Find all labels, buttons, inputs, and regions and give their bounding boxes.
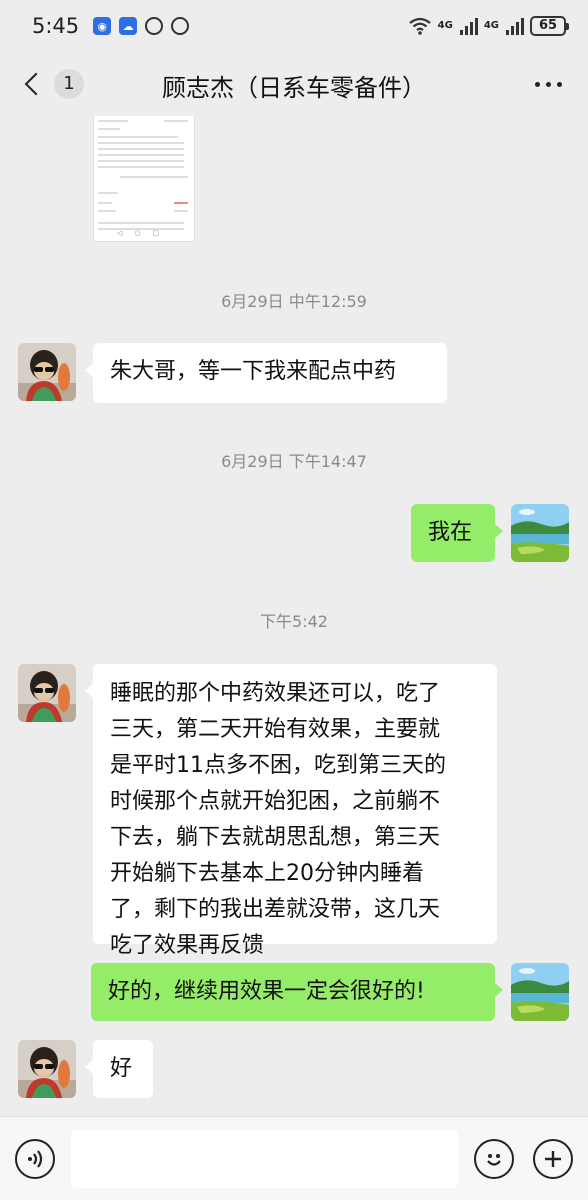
message-input[interactable] [71, 1130, 458, 1188]
contact-avatar[interactable] [18, 1040, 76, 1098]
status-bar: 5:45 ◉ ☁ 4G 4G 65 [0, 0, 588, 52]
message-line: 了，剩下的我出差就没带，这几天 [110, 897, 441, 922]
wifi-icon [408, 17, 431, 35]
message-list[interactable]: ◁○▢ 6月29日 中午12:59 朱大哥，等一下我来配点中药 6月29日 下午… [0, 116, 588, 1116]
message-line: 睡眠的那个中药效果还可以，吃了 [110, 681, 441, 706]
message-text: 朱大哥，等一下我来配点中药 [110, 359, 397, 384]
network-type-1: 4G [437, 20, 453, 31]
timestamp: 6月29日 中午12:59 [221, 292, 367, 311]
message-text: 我在 [428, 520, 473, 545]
receipt-image-message[interactable]: ◁○▢ [93, 116, 195, 242]
my-avatar[interactable] [511, 504, 569, 562]
input-bar [0, 1116, 588, 1200]
outgoing-message[interactable]: 我在 [411, 504, 503, 562]
message-line: 开始躺下去基本上20分钟内睡着 [110, 861, 424, 886]
contact-avatar[interactable] [18, 664, 76, 722]
incoming-message[interactable]: 好 [85, 1040, 153, 1098]
message-line: 吃了效果再反馈 [110, 933, 265, 958]
alarm-icon [171, 17, 190, 35]
plus-icon[interactable] [533, 1139, 573, 1179]
timestamp: 下午5:42 [260, 612, 328, 631]
outgoing-message[interactable]: 好的，继续用效果一定会很好的! [91, 963, 503, 1021]
chat-title: 顾志杰（日系车零备件） [162, 74, 426, 102]
message-line: 三天，第二天开始有效果，主要就 [110, 717, 441, 742]
receipt-nav-bar: ◁○▢ [116, 229, 172, 237]
emoji-icon[interactable] [474, 1139, 514, 1179]
more-icon[interactable] [535, 82, 562, 87]
timestamp: 6月29日 下午14:47 [221, 452, 367, 471]
message-line: 下去，躺下去就胡思乱想，第三天 [110, 825, 441, 850]
message-line: 是平时11点多不困，吃到第三天的 [110, 753, 446, 778]
signal-strength-icon-1 [459, 17, 478, 35]
contact-avatar[interactable] [18, 343, 76, 401]
signal-strength-icon-2 [506, 17, 524, 35]
cloud-notification-icon: ☁ [119, 17, 138, 35]
data-saver-icon [145, 17, 164, 35]
message-text: 好的，继续用效果一定会很好的! [108, 979, 425, 1004]
incoming-message[interactable]: 朱大哥，等一下我来配点中药 [85, 343, 447, 403]
status-time: 5:45 [32, 14, 80, 38]
voice-icon[interactable] [15, 1139, 55, 1179]
battery-icon: 65 [530, 16, 569, 36]
message-text: 好 [110, 1056, 133, 1081]
network-type-2: 4G [483, 20, 499, 31]
my-avatar[interactable] [511, 963, 569, 1021]
chat-header: 1 顾志杰（日系车零备件） [0, 52, 588, 116]
app-notification-icon: ◉ [93, 17, 112, 35]
message-line: 时候那个点就开始犯困，之前躺不 [110, 789, 441, 814]
incoming-message[interactable]: 睡眠的那个中药效果还可以，吃了 三天，第二天开始有效果，主要就 是平时11点多不… [85, 664, 497, 958]
